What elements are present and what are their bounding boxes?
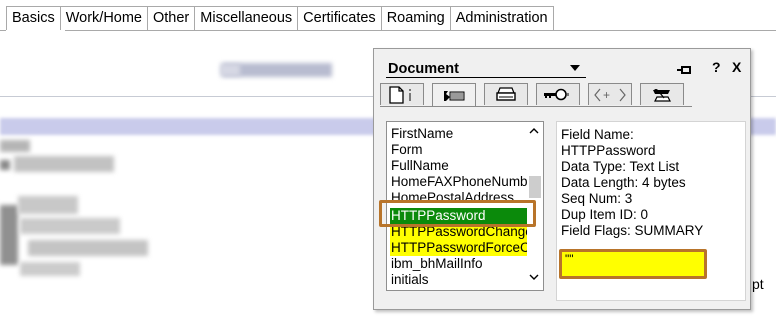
document-properties-panel: Document ? X + FirstName Form FullName H…: [373, 48, 751, 310]
close-button[interactable]: X: [732, 59, 741, 75]
field-list-icon: [444, 90, 465, 101]
properties-tabs: +: [380, 83, 692, 107]
tab-other[interactable]: Other: [148, 6, 196, 31]
redacted-block: [28, 240, 148, 256]
list-item[interactable]: FullName: [390, 158, 527, 174]
field-flags: Field Flags: SUMMARY: [561, 223, 704, 238]
list-item[interactable]: FirstName: [390, 126, 527, 142]
list-item[interactable]: HomeFAXPhoneNumb: [390, 174, 527, 190]
data-length: Data Length: 4 bytes: [561, 175, 686, 190]
list-item[interactable]: initials: [390, 272, 527, 288]
tab-info[interactable]: [380, 83, 424, 105]
field-value-box[interactable]: "": [559, 249, 707, 279]
tabs-baseline: [380, 106, 692, 107]
tab-html[interactable]: +: [588, 83, 632, 105]
help-button[interactable]: ?: [712, 59, 721, 75]
redacted-block: [0, 140, 30, 152]
tab-certificates[interactable]: Certificates: [298, 6, 382, 31]
field-name-value: HTTPPassword: [561, 143, 656, 158]
tab-fields[interactable]: [432, 83, 476, 107]
svg-text:+: +: [603, 88, 610, 102]
tab-list: Basics Work/Home Other Miscellaneous Cer…: [6, 6, 554, 31]
scroll-up-icon[interactable]: [529, 126, 539, 138]
chevron-down-icon[interactable]: [570, 65, 580, 71]
redacted-block: [18, 196, 78, 214]
redacted-block: [20, 218, 120, 234]
list-item[interactable]: ibm_bhMailInfo: [390, 256, 527, 272]
data-type: Data Type: Text List: [561, 159, 680, 174]
title-dropdown-underline: [386, 77, 586, 78]
document-info-icon: [389, 85, 411, 104]
html-tags-icon: +: [594, 88, 626, 102]
redacted-block: [20, 262, 80, 276]
tab-miscellaneous[interactable]: Miscellaneous: [195, 6, 299, 31]
scroll-down-icon[interactable]: [529, 272, 539, 284]
dup-item-id: Dup Item ID: 0: [561, 207, 649, 222]
key-icon: [544, 88, 569, 100]
tab-administration[interactable]: Administration: [450, 6, 554, 31]
field-value: "": [565, 252, 574, 266]
print-icon: [496, 86, 516, 101]
redacted-block: [14, 156, 114, 172]
tab-work-home[interactable]: Work/Home: [60, 6, 148, 31]
tab-roaming[interactable]: Roaming: [381, 6, 451, 31]
field-name-label: Field Name:: [561, 127, 634, 142]
panel-title: Document: [388, 61, 459, 77]
redacted-block: [220, 64, 240, 76]
tab-strip: Basics Work/Home Other Miscellaneous Cer…: [0, 0, 776, 36]
tab-basics[interactable]: Basics: [6, 6, 61, 31]
tab-baseline: [0, 30, 776, 31]
tab-security[interactable]: [536, 83, 580, 105]
list-item-highlighted[interactable]: HTTPPasswordForceChange: [390, 240, 527, 256]
scroll-thumb[interactable]: [529, 176, 541, 198]
redacted-block: [0, 160, 10, 170]
background-text: pt: [752, 276, 764, 292]
tab-design[interactable]: [640, 83, 684, 105]
design-icon: [653, 88, 671, 102]
redacted-block: [0, 205, 18, 265]
list-item[interactable]: Form: [390, 142, 527, 158]
pin-icon[interactable]: [677, 61, 693, 74]
seq-num: Seq Num: 3: [561, 191, 633, 206]
selected-field-annotation: [379, 200, 536, 227]
tab-print[interactable]: [484, 83, 528, 105]
